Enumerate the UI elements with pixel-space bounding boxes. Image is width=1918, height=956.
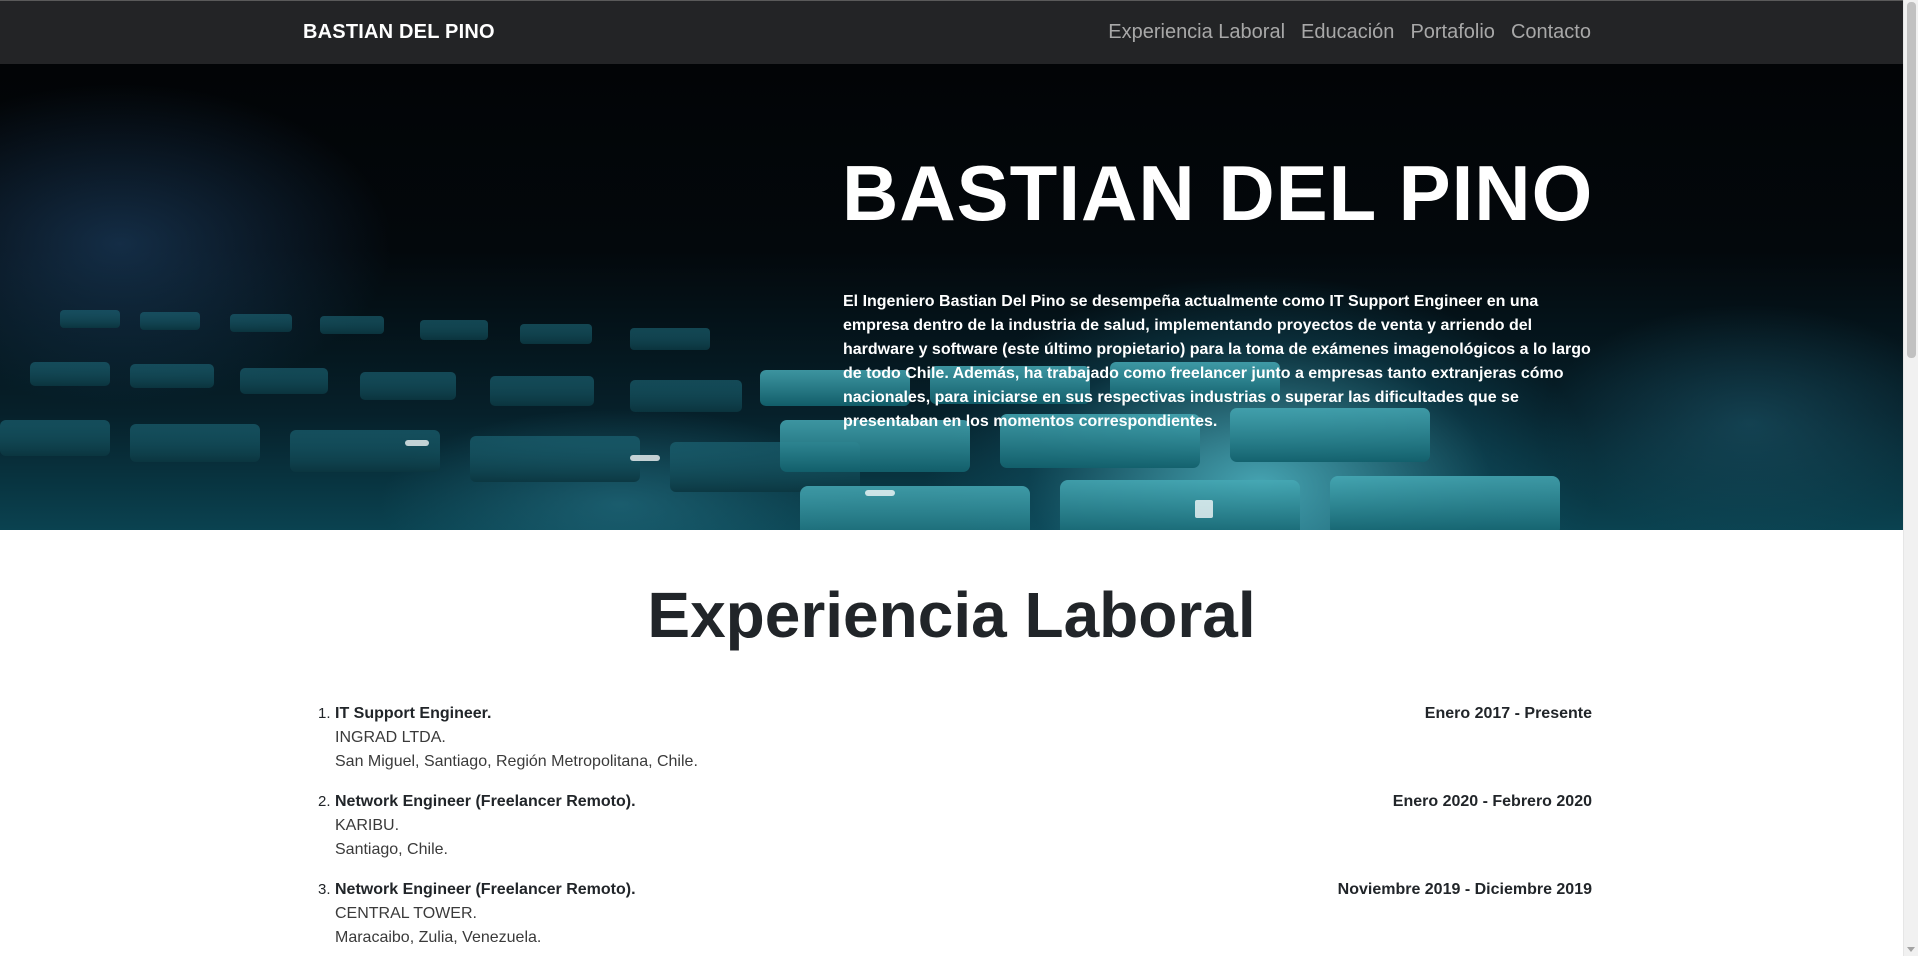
job-title: IT Support Engineer. — [335, 705, 492, 722]
job-location: San Miguel, Santiago, Región Metropolita… — [335, 753, 698, 770]
list-number: 2. — [318, 793, 331, 810]
hero-title: BASTIAN DEL PINO — [842, 149, 1594, 237]
experience-item: 1. IT Support Engineer. INGRAD LTDA. San… — [318, 702, 1592, 790]
vertical-scrollbar[interactable] — [1903, 0, 1918, 956]
job-location: Santiago, Chile. — [335, 841, 448, 858]
nav-link-portafolio[interactable]: Portafolio — [1410, 21, 1495, 44]
brand-link[interactable]: BASTIAN DEL PINO — [303, 21, 495, 44]
nav-link-experiencia[interactable]: Experiencia Laboral — [1108, 21, 1285, 44]
scrollbar-thumb[interactable] — [1907, 2, 1916, 358]
nav-link-contacto[interactable]: Contacto — [1511, 21, 1591, 44]
page: BASTIAN DEL PINO Experiencia Laboral Edu… — [0, 0, 1918, 956]
nav-link-educacion[interactable]: Educación — [1301, 21, 1394, 44]
job-company: INGRAD LTDA. — [335, 729, 446, 746]
experience-section-title: Experiencia Laboral — [647, 579, 1256, 651]
nav-links: Experiencia Laboral Educación Portafolio… — [1108, 21, 1591, 44]
experience-list: 1. IT Support Engineer. INGRAD LTDA. San… — [318, 702, 1592, 956]
hero-section: BASTIAN DEL PINO El Ingeniero Bastian De… — [0, 64, 1903, 530]
list-number: 3. — [318, 881, 331, 898]
job-company: KARIBU. — [335, 817, 400, 834]
navbar: BASTIAN DEL PINO Experiencia Laboral Edu… — [0, 0, 1903, 64]
experience-item: 3. Network Engineer (Freelancer Remoto).… — [318, 878, 1592, 956]
list-number: 1. — [318, 705, 331, 722]
job-dates: Noviembre 2019 - Diciembre 2019 — [1337, 881, 1592, 898]
job-location: Maracaibo, Zulia, Venezuela. — [335, 929, 542, 946]
scroll-down-arrow-icon[interactable] — [1907, 947, 1915, 952]
experience-item: 2. Network Engineer (Freelancer Remoto).… — [318, 790, 1592, 878]
job-dates: Enero 2020 - Febrero 2020 — [1392, 793, 1592, 810]
hero-description: El Ingeniero Bastian Del Pino se desempe… — [843, 293, 1591, 430]
job-dates: Enero 2017 - Presente — [1424, 705, 1592, 722]
job-company: CENTRAL TOWER. — [335, 905, 477, 922]
